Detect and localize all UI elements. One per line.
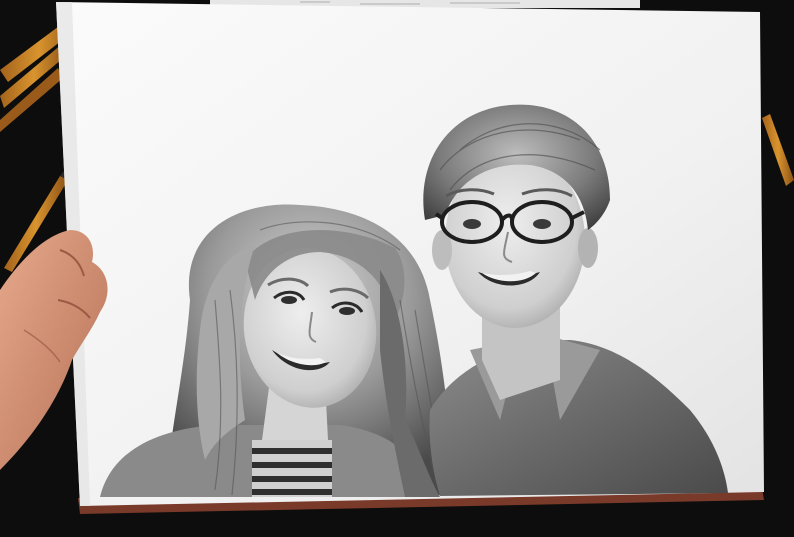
scene-svg [0, 0, 794, 537]
drawing-photo [0, 0, 794, 537]
